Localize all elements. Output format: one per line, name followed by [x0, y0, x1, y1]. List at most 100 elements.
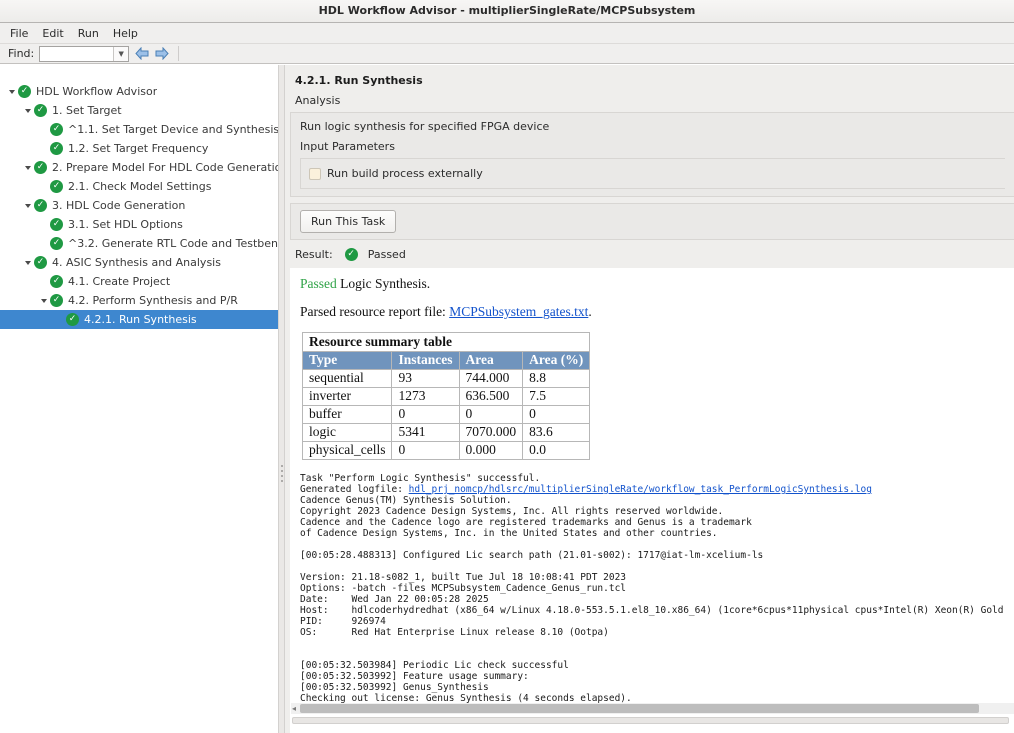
- expander-icon[interactable]: [22, 204, 34, 208]
- tree-item[interactable]: ✓4. ASIC Synthesis and Analysis: [0, 253, 278, 272]
- log-line: of Cadence Design Systems, Inc. in the U…: [300, 528, 1014, 539]
- resource-table-header-row: TypeInstancesAreaArea (%): [303, 352, 590, 370]
- log-line: Options: -batch -files MCPSubsystem_Cade…: [300, 583, 1014, 594]
- menu-item-edit[interactable]: Edit: [35, 24, 70, 43]
- scrollbar-thumb[interactable]: [300, 704, 979, 713]
- tree-item-label: 4.2. Perform Synthesis and P/R: [68, 294, 238, 307]
- table-cell: 93: [392, 370, 459, 388]
- log-line: Cadence and the Cadence logo are registe…: [300, 517, 1014, 528]
- tree-item[interactable]: ✓ ^1.1. Set Target Device and Synthesis T…: [0, 120, 278, 139]
- tree-item-label: ^1.1. Set Target Device and Synthesis To…: [68, 123, 278, 136]
- tree-item[interactable]: ✓1. Set Target: [0, 101, 278, 120]
- gates-report-link[interactable]: MCPSubsystem_gates.txt: [449, 304, 588, 319]
- tree-item-label: 2. Prepare Model For HDL Code Generation: [52, 161, 278, 174]
- panel-splitter[interactable]: [278, 65, 285, 733]
- table-cell: 7070.000: [459, 424, 523, 442]
- run-externally-checkbox[interactable]: [309, 168, 321, 180]
- log-line: [300, 638, 1014, 649]
- tree-item[interactable]: ✓ 3.1. Set HDL Options: [0, 215, 278, 234]
- passed-check-icon: ✓: [50, 294, 63, 307]
- log-line: Date: Wed Jan 22 00:05:28 2025: [300, 594, 1014, 605]
- parsed-report-prefix: Parsed resource report file:: [300, 304, 449, 319]
- log-line: [300, 539, 1014, 550]
- table-cell: logic: [303, 424, 392, 442]
- expander-icon[interactable]: [38, 299, 50, 303]
- log-link-prefix: Generated logfile:: [300, 484, 409, 495]
- tree-item-label: 4.2.1. Run Synthesis: [84, 313, 197, 326]
- menu-item-run[interactable]: Run: [71, 24, 106, 43]
- tree-item[interactable]: ✓2. Prepare Model For HDL Code Generatio…: [0, 158, 278, 177]
- column-header: Area (%): [523, 352, 590, 370]
- menu-item-file[interactable]: File: [3, 24, 35, 43]
- log-line: Cadence Genus(TM) Synthesis Solution.: [300, 495, 1014, 506]
- analysis-section-label: Analysis: [285, 94, 1014, 112]
- passed-check-icon: ✓: [50, 180, 63, 193]
- tree-item[interactable]: ✓ 4.2.1. Run Synthesis: [0, 310, 278, 329]
- task-title: 4.2.1. Run Synthesis: [285, 65, 1014, 94]
- table-row: buffer000: [303, 406, 590, 424]
- find-label: Find:: [8, 47, 34, 60]
- tree-item[interactable]: ✓ 2.1. Check Model Settings: [0, 177, 278, 196]
- table-cell: 0: [459, 406, 523, 424]
- run-this-task-button[interactable]: Run This Task: [300, 210, 396, 233]
- window-title: HDL Workflow Advisor - multiplierSingleR…: [319, 4, 696, 17]
- table-cell: buffer: [303, 406, 392, 424]
- log-lines: Cadence Genus(TM) Synthesis Solution.Cop…: [300, 495, 1014, 714]
- analysis-groupbox: Run logic synthesis for specified FPGA d…: [290, 112, 1014, 197]
- result-label: Result:: [295, 248, 333, 261]
- panel-horizontal-scrollbar[interactable]: [292, 717, 1009, 724]
- passed-check-icon: ✓: [50, 237, 63, 250]
- report-passed-word: Passed: [300, 276, 337, 291]
- report-passed-rest: Logic Synthesis.: [337, 276, 430, 291]
- table-cell: 0: [392, 442, 459, 460]
- passed-check-icon: ✓: [50, 218, 63, 231]
- find-input[interactable]: [40, 47, 113, 61]
- run-externally-row: Run build process externally: [309, 167, 997, 180]
- log-line: Copyright 2023 Cadence Design Systems, I…: [300, 506, 1014, 517]
- menu-item-help[interactable]: Help: [106, 24, 145, 43]
- tree-item[interactable]: ✓HDL Workflow Advisor: [0, 82, 278, 101]
- passed-check-icon: ✓: [50, 142, 63, 155]
- tree-item[interactable]: ✓^3.2. Generate RTL Code and Testbench: [0, 234, 278, 253]
- log-line: OS: Red Hat Enterprise Linux release 8.1…: [300, 627, 1014, 638]
- report-horizontal-scrollbar[interactable]: ◂: [291, 703, 1014, 714]
- tree-item-label: 2.1. Check Model Settings: [68, 180, 211, 193]
- column-header: Type: [303, 352, 392, 370]
- tree-item[interactable]: ✓3. HDL Code Generation: [0, 196, 278, 215]
- expander-icon[interactable]: [22, 261, 34, 265]
- passed-check-icon: ✓: [18, 85, 31, 98]
- find-combobox[interactable]: ▼: [39, 46, 129, 62]
- log-line-with-link: Generated logfile: hdl_prj_nomcp/hdlsrc/…: [300, 484, 1014, 495]
- run-externally-label: Run build process externally: [327, 167, 483, 180]
- find-next-button[interactable]: [155, 47, 169, 60]
- table-cell: inverter: [303, 388, 392, 406]
- tree-item[interactable]: ✓ 1.2. Set Target Frequency: [0, 139, 278, 158]
- log-line: Task "Perform Logic Synthesis" successfu…: [300, 473, 1014, 484]
- logfile-link[interactable]: hdl_prj_nomcp/hdlsrc/multiplierSingleRat…: [409, 484, 872, 495]
- passed-check-icon: ✓: [50, 123, 63, 136]
- tree-item-label: 1.2. Set Target Frequency: [68, 142, 208, 155]
- passed-check-icon: ✓: [34, 199, 47, 212]
- table-cell: 636.500: [459, 388, 523, 406]
- scrollbar-left-arrow-icon[interactable]: ◂: [292, 704, 296, 713]
- find-previous-button[interactable]: [135, 47, 149, 60]
- result-row: Result: ✓ Passed: [285, 240, 1014, 267]
- expander-icon[interactable]: [22, 109, 34, 113]
- tree-item[interactable]: ✓4.1. Create Project: [0, 272, 278, 291]
- tree-item[interactable]: ✓ 4.2. Perform Synthesis and P/R: [0, 291, 278, 310]
- result-passed-icon: ✓: [345, 248, 358, 261]
- log-line: [00:05:32.503984] Periodic Lic check suc…: [300, 660, 1014, 671]
- task-description: Run logic synthesis for specified FPGA d…: [300, 120, 1005, 133]
- toolbar-separator: [178, 46, 179, 61]
- resource-table-body-outer: Resource summary table TypeInstancesArea…: [303, 333, 590, 370]
- passed-check-icon: ✓: [50, 275, 63, 288]
- table-cell: 5341: [392, 424, 459, 442]
- passed-check-icon: ✓: [66, 313, 79, 326]
- find-dropdown-button[interactable]: ▼: [113, 47, 128, 61]
- expander-icon[interactable]: [6, 90, 18, 94]
- parsed-report-suffix: .: [588, 304, 591, 319]
- expander-icon[interactable]: [22, 166, 34, 170]
- synthesis-log: Task "Perform Logic Synthesis" successfu…: [300, 473, 1014, 714]
- workflow-tree: ✓HDL Workflow Advisor✓1. Set Target ✓ ^1.1…: [0, 65, 278, 733]
- tree-item-label: 3.1. Set HDL Options: [68, 218, 183, 231]
